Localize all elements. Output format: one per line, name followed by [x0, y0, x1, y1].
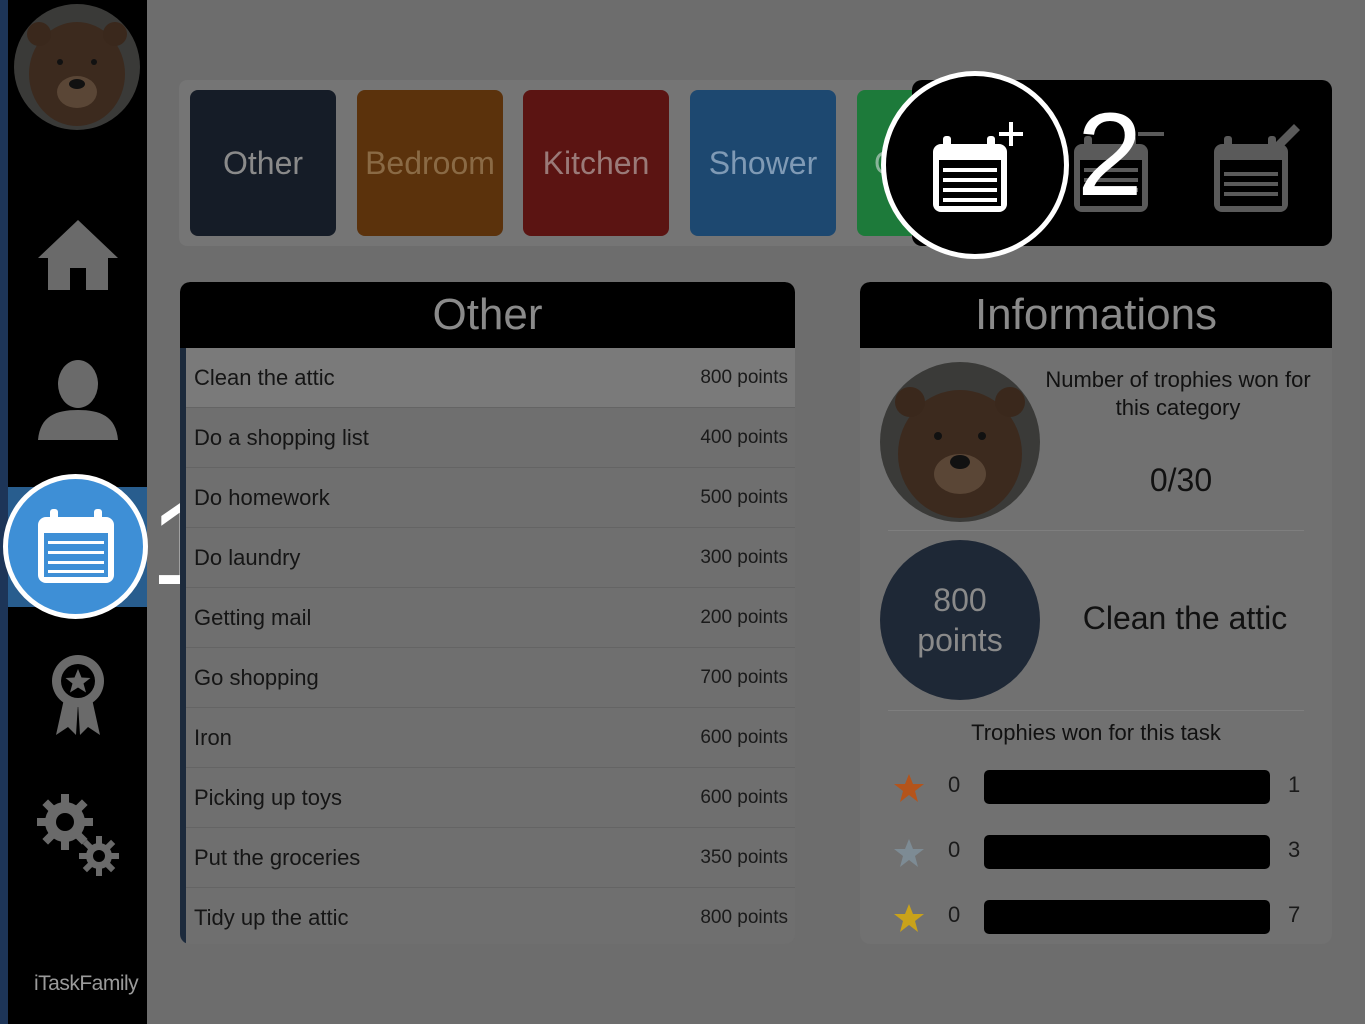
trophies-category-label: Number of trophies won for this category — [1045, 367, 1311, 420]
task-name: Do homework — [194, 484, 330, 510]
sidebar-item-home[interactable] — [8, 195, 147, 315]
task-points: 600 points — [700, 726, 788, 748]
gold-star-icon — [894, 904, 924, 932]
silver-star-icon — [894, 839, 924, 867]
task-list-panel: Other Clean the attic 800 points Do a sh… — [180, 282, 795, 944]
bronze-star-icon — [894, 774, 924, 802]
calendar-edit-icon — [1214, 124, 1300, 212]
calendar-icon — [37, 508, 114, 583]
task-name: Go shopping — [194, 664, 319, 690]
callout-number-2: 2 — [1077, 89, 1143, 221]
trophy-won-count: 0 — [948, 837, 961, 862]
task-row[interactable]: Go shopping 700 points — [186, 648, 795, 708]
task-name: Do a shopping list — [194, 424, 369, 450]
selected-task-name: Clean the attic — [1082, 600, 1288, 636]
category-kitchen[interactable]: Kitchen — [523, 90, 669, 236]
sidebar-item-settings[interactable] — [8, 775, 147, 895]
edit-task-button[interactable] — [1200, 112, 1300, 220]
category-other[interactable]: Other — [190, 90, 336, 236]
task-name: Picking up toys — [194, 784, 342, 810]
task-points: 700 points — [700, 666, 788, 688]
trophy-progress-bar — [984, 770, 1270, 804]
task-name: Do laundry — [194, 544, 301, 570]
divider — [888, 530, 1304, 531]
category-bedroom[interactable]: Bedroom — [357, 90, 503, 236]
task-name: Clean the attic — [194, 364, 335, 390]
trophy-progress-bar — [984, 900, 1270, 934]
task-name: Tidy up the attic — [194, 904, 349, 930]
highlighted-tasks-button[interactable] — [3, 474, 148, 619]
sidebar-item-trophies[interactable] — [8, 635, 147, 755]
task-list: Clean the attic 800 points Do a shopping… — [180, 348, 795, 944]
divider — [888, 710, 1304, 711]
task-row[interactable]: Clean the attic 800 points — [186, 348, 795, 408]
user-avatar[interactable] — [14, 4, 140, 130]
task-points: 800 points — [700, 906, 788, 928]
category-avatar — [880, 362, 1040, 522]
home-icon — [37, 220, 118, 290]
task-row[interactable]: Getting mail 200 points — [186, 588, 795, 648]
app-brand: iTaskFamily — [34, 972, 139, 995]
points-unit: points — [917, 622, 1003, 658]
task-points: 600 points — [700, 786, 788, 808]
task-row[interactable]: Do a shopping list 400 points — [186, 408, 795, 468]
info-panel: Informations Number of trophies won for … — [860, 282, 1332, 944]
task-points: 200 points — [700, 606, 788, 628]
task-row[interactable]: Put the groceries 350 points — [186, 828, 795, 888]
task-points: 300 points — [700, 546, 788, 568]
calendar-add-icon — [933, 122, 1023, 212]
points-value: 800 — [933, 582, 987, 618]
task-points: 500 points — [700, 486, 788, 508]
add-task-button[interactable] — [925, 112, 1025, 220]
task-name: Put the groceries — [194, 844, 361, 870]
task-name: Iron — [194, 724, 232, 750]
category-shower[interactable]: Shower — [690, 90, 836, 236]
task-name: Getting mail — [194, 604, 312, 630]
trophy-target-count: 7 — [1288, 902, 1301, 927]
info-panel-title: Informations — [860, 282, 1332, 348]
task-row[interactable]: Do laundry 300 points — [186, 528, 795, 588]
trophy-row-silver: 0 3 — [890, 835, 1310, 869]
task-panel-title: Other — [180, 282, 795, 348]
trophy-row-bronze: 0 1 — [890, 770, 1310, 804]
trophy-won-count: 0 — [948, 902, 961, 927]
task-points: 400 points — [700, 426, 788, 448]
task-row[interactable]: Tidy up the attic 800 points — [186, 888, 795, 944]
task-row[interactable]: Do homework 500 points — [186, 468, 795, 528]
sidebar-item-profile[interactable] — [8, 340, 147, 460]
trophy-target-count: 3 — [1288, 837, 1301, 862]
trophies-task-label: Trophies won for this task — [971, 720, 1221, 745]
trophies-category-count: 0/30 — [1149, 462, 1213, 498]
points-badge: 800 points — [880, 540, 1040, 700]
gears-icon — [36, 794, 119, 876]
task-row[interactable]: Iron 600 points — [186, 708, 795, 768]
person-icon — [37, 360, 118, 440]
trophy-target-count: 1 — [1288, 772, 1301, 797]
trophy-progress-bar — [984, 835, 1270, 869]
task-row[interactable]: Picking up toys 600 points — [186, 768, 795, 828]
trophy-won-count: 0 — [948, 772, 961, 797]
task-points: 800 points — [700, 366, 788, 388]
task-points: 350 points — [700, 846, 788, 868]
sidebar-edge — [0, 0, 8, 1024]
trophy-row-gold: 0 7 — [890, 900, 1310, 934]
award-ribbon-icon — [51, 655, 104, 735]
